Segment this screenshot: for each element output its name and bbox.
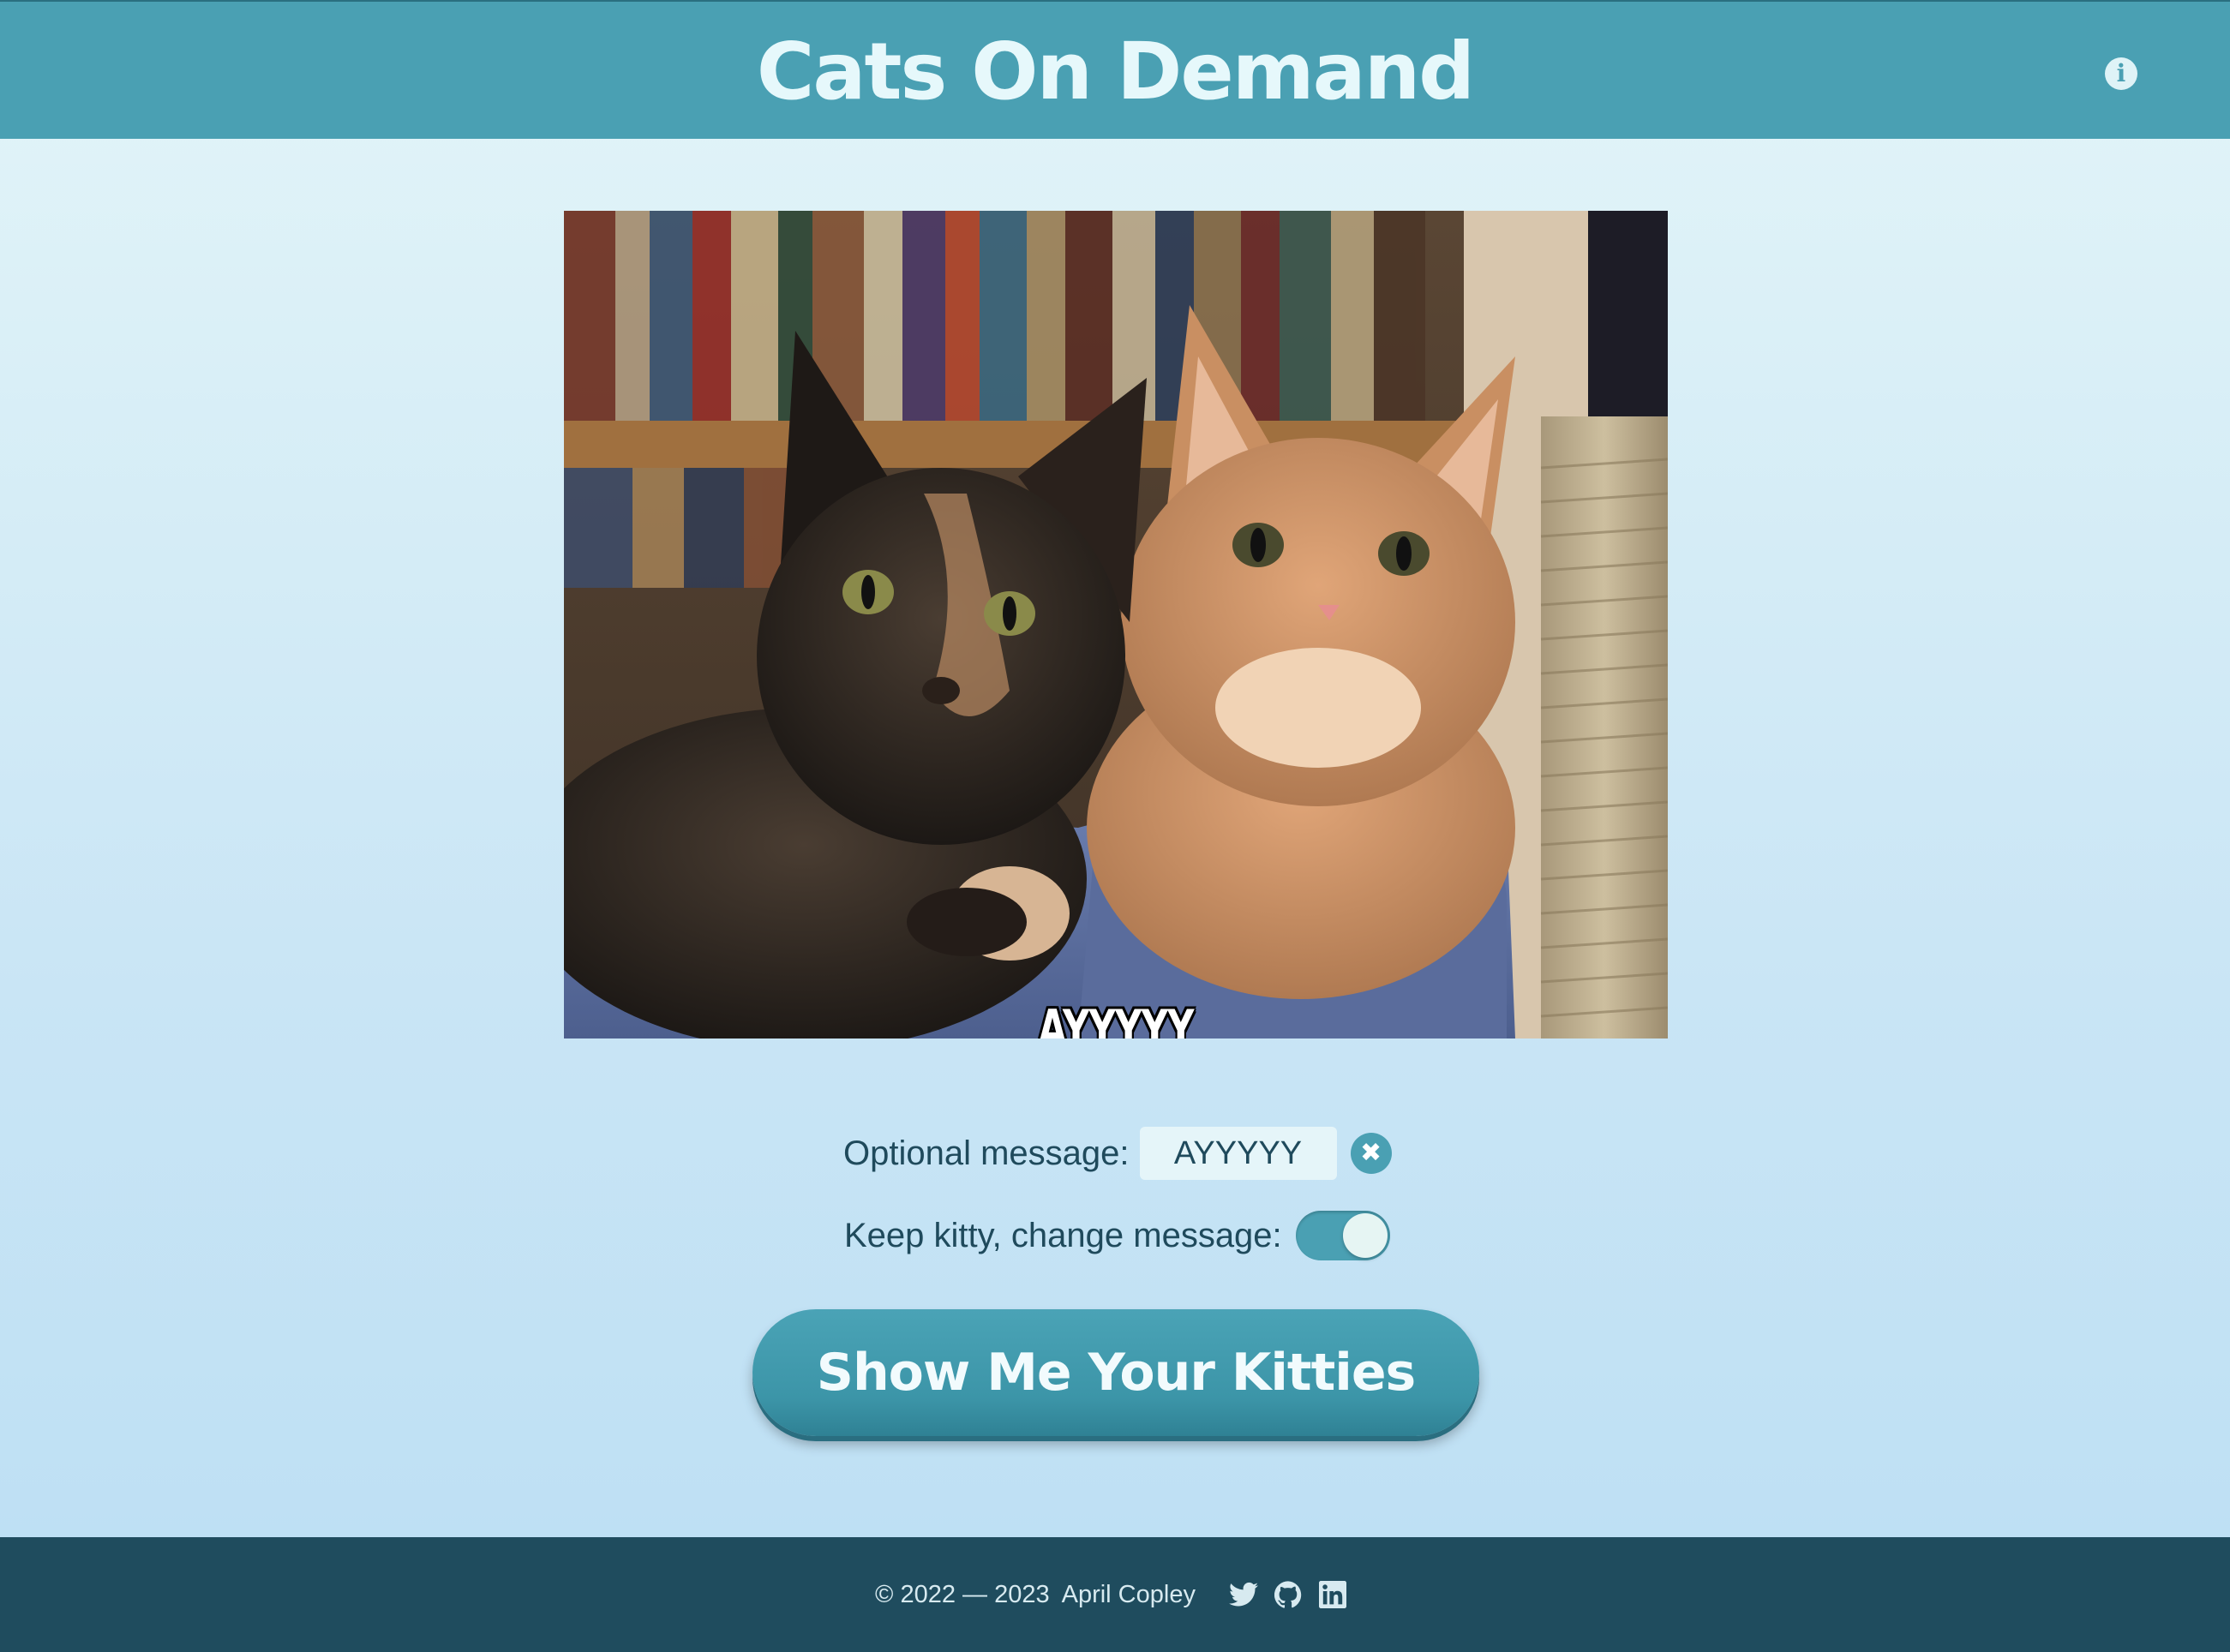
- cat-photo-illustration: [564, 211, 1668, 1038]
- linkedin-icon[interactable]: [1316, 1577, 1350, 1612]
- clear-message-icon[interactable]: ✖: [1350, 1133, 1392, 1174]
- message-row: Optional message: ✖: [843, 1126, 1392, 1181]
- app-header: Cats On Demand i: [0, 0, 2230, 139]
- toggle-knob: [1342, 1213, 1388, 1258]
- show-kitties-button[interactable]: Show Me Your Kitties: [752, 1309, 1479, 1436]
- info-icon[interactable]: i: [2105, 57, 2137, 90]
- copyright-years: © 2022 — 2023: [875, 1580, 1050, 1608]
- message-input[interactable]: [1139, 1127, 1337, 1180]
- cat-photo: AYYYYY: [564, 211, 1668, 1038]
- author-name: April Copley: [1061, 1580, 1196, 1608]
- keep-kitty-row: Keep kitty, change message:: [844, 1208, 1390, 1263]
- message-label: Optional message:: [843, 1134, 1130, 1172]
- photo-caption: AYYYYY: [1038, 999, 1194, 1038]
- page-title: Cats On Demand: [756, 26, 1475, 117]
- github-icon[interactable]: [1271, 1577, 1305, 1612]
- twitter-icon[interactable]: [1226, 1577, 1261, 1612]
- keep-kitty-toggle[interactable]: [1295, 1211, 1390, 1260]
- keep-kitty-label: Keep kitty, change message:: [844, 1216, 1282, 1254]
- page-footer: © 2022 — 2023 April Copley: [0, 1537, 2230, 1652]
